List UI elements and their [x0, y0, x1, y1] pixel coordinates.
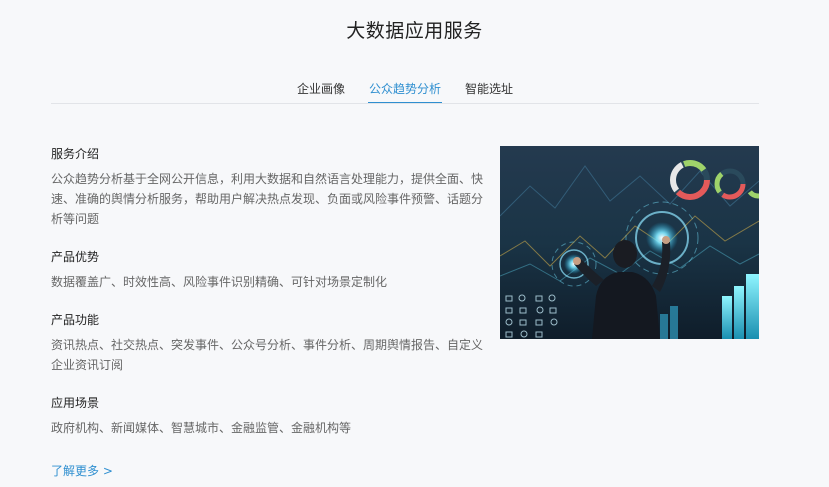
section-service-intro: 服务介绍 公众趋势分析基于全网公开信息，利用大数据和自然语言处理能力，提供全面、… [51, 146, 483, 229]
section-title: 应用场景 [51, 396, 100, 410]
section-product-features: 产品功能 资讯热点、社交热点、突发事件、公众号分析、事件分析、周期舆情报告、自定… [51, 312, 483, 375]
data-analytics-illustration [500, 146, 759, 339]
tab-public-trend-analysis[interactable]: 公众趋势分析 [367, 74, 442, 103]
section-text: 数据覆盖广、时效性高、风险事件识别精确、可针对场景定制化 [51, 275, 388, 289]
section-product-advantages: 产品优势 数据覆盖广、时效性高、风险事件识别精确、可针对场景定制化 [51, 249, 483, 292]
section-title: 产品功能 [51, 313, 100, 327]
learn-more-link[interactable]: 了解更多 > [51, 462, 113, 479]
section-text: 政府机构、新闻媒体、智慧城市、金融监管、金融机构等 [51, 421, 352, 435]
section-text: 公众趋势分析基于全网公开信息，利用大数据和自然语言处理能力，提供全面、快速、准确… [51, 172, 484, 226]
page-title: 大数据应用服务 [346, 20, 483, 42]
tab-enterprise-profile[interactable]: 企业画像 [296, 74, 346, 102]
section-title: 服务介绍 [51, 147, 100, 161]
hero-image [500, 146, 759, 339]
section-title: 产品优势 [51, 250, 100, 264]
content-column: 服务介绍 公众趋势分析基于全网公开信息，利用大数据和自然语言处理能力，提供全面、… [51, 146, 483, 458]
section-text: 资讯热点、社交热点、突发事件、公众号分析、事件分析、周期舆情报告、自定义企业资讯… [51, 338, 484, 372]
section-application-scenarios: 应用场景 政府机构、新闻媒体、智慧城市、金融监管、金融机构等 [51, 395, 483, 438]
tab-bar: 企业画像 公众趋势分析 智能选址 [51, 74, 759, 104]
tab-smart-site-selection[interactable]: 智能选址 [464, 74, 514, 102]
